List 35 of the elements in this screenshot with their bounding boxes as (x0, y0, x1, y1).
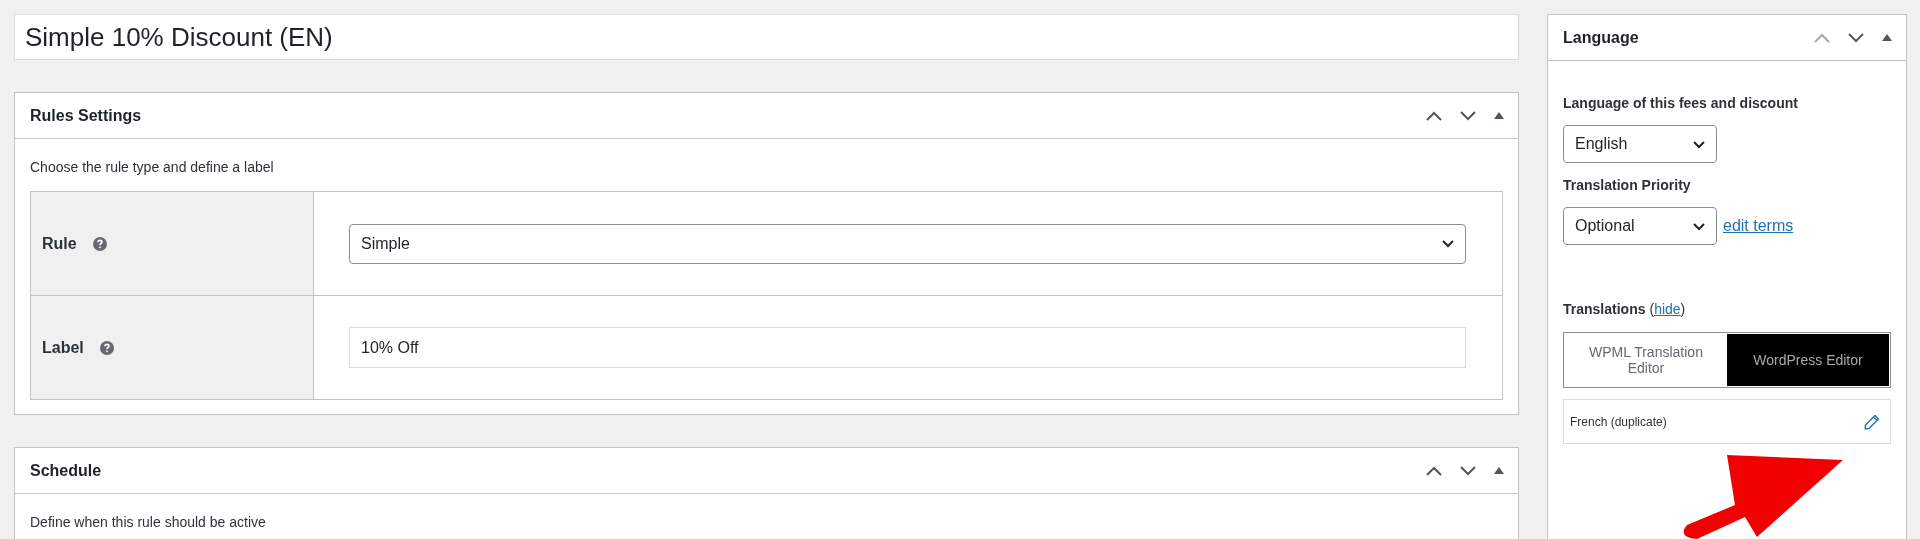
translation-language: French (duplicate) (1570, 414, 1667, 429)
language-select[interactable]: English (1563, 125, 1717, 163)
hide-link[interactable]: hide (1654, 301, 1681, 317)
collapse-icon[interactable] (1882, 34, 1892, 41)
editor-toggle-option[interactable]: WordPress Editor (1727, 334, 1889, 386)
rule-select[interactable]: Simple (349, 223, 1466, 264)
edit-terms-link[interactable]: edit terms (1723, 217, 1794, 235)
move-up-icon[interactable] (1426, 465, 1442, 476)
help-icon[interactable] (99, 340, 114, 355)
panel-description: Choose the rule type and define a label (30, 158, 275, 177)
input-field[interactable]: 10% Off (349, 327, 1466, 368)
panel-title: Schedule (30, 461, 102, 480)
title-field[interactable]: Simple 10% Discount (EN) (14, 14, 1519, 60)
panel-description: Define when this rule should be active (30, 513, 267, 532)
field-label: Rule (42, 234, 77, 253)
priority-label: Translation Priority (1563, 177, 1692, 193)
priority-select[interactable]: Optional (1563, 207, 1717, 245)
caret-icon (1692, 221, 1706, 231)
translations-label: Translations (1563, 301, 1646, 317)
collapse-icon[interactable] (1494, 467, 1504, 474)
parenthesis: ) (1680, 301, 1686, 317)
panel-title: Language (1563, 28, 1639, 47)
collapse-icon[interactable] (1494, 112, 1504, 119)
move-up-icon[interactable] (1426, 110, 1442, 121)
panel-title: Rules Settings (30, 106, 142, 125)
caret-icon (1441, 239, 1455, 248)
pencil-icon[interactable] (1864, 413, 1880, 430)
field-label: Label (42, 338, 84, 357)
caret-icon (1692, 139, 1706, 149)
move-down-icon[interactable] (1848, 32, 1864, 43)
move-down-icon[interactable] (1460, 110, 1476, 121)
help-icon[interactable] (92, 236, 107, 251)
move-down-icon[interactable] (1460, 465, 1476, 476)
language-label: Language of this fees and discount (1563, 95, 1799, 111)
parenthesis: ( (1649, 301, 1655, 317)
